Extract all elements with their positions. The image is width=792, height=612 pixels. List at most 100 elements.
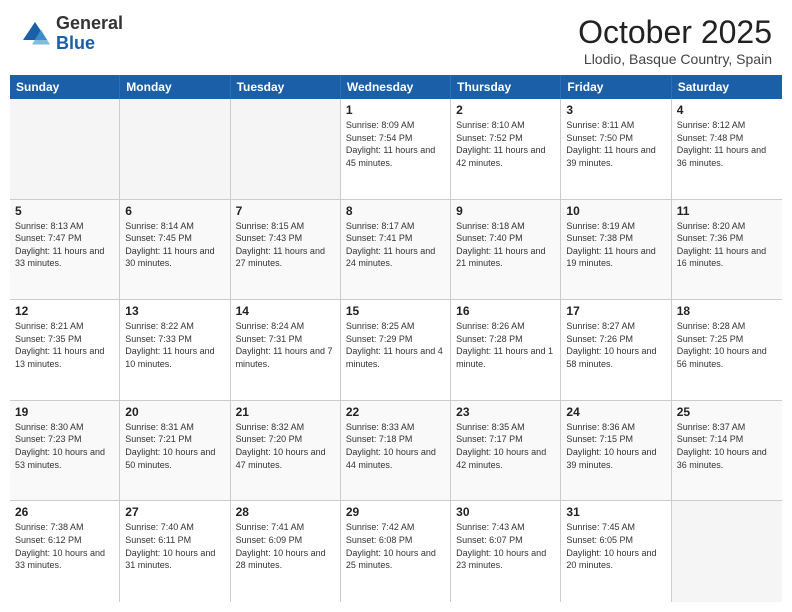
- day-info: Sunrise: 8:33 AMSunset: 7:18 PMDaylight:…: [346, 421, 445, 471]
- day-number: 19: [15, 405, 114, 419]
- day-cell-24: 24 Sunrise: 8:36 AMSunset: 7:15 PMDayligh…: [561, 401, 671, 501]
- day-info: Sunrise: 8:09 AMSunset: 7:54 PMDaylight:…: [346, 119, 445, 169]
- day-number: 6: [125, 204, 224, 218]
- day-info: Sunrise: 8:18 AMSunset: 7:40 PMDaylight:…: [456, 220, 555, 270]
- day-cell-29: 29 Sunrise: 7:42 AMSunset: 6:08 PMDayligh…: [341, 501, 451, 602]
- day-number: 31: [566, 505, 665, 519]
- day-info: Sunrise: 8:12 AMSunset: 7:48 PMDaylight:…: [677, 119, 777, 169]
- day-info: Sunrise: 8:36 AMSunset: 7:15 PMDaylight:…: [566, 421, 665, 471]
- page: General Blue October 2025 Llodio, Basque…: [0, 0, 792, 612]
- day-cell-27: 27Sunrise: 7:40 AMSunset: 6:11 PMDayligh…: [120, 501, 230, 602]
- day-info: Sunrise: 8:21 AMSunset: 7:35 PMDaylight:…: [15, 320, 114, 370]
- weekday-header-friday: Friday: [561, 75, 671, 99]
- day-cell-13: 13 Sunrise: 8:22 AMSunset: 7:33 PMDayligh…: [120, 300, 230, 400]
- day-cell-2: 2 Sunrise: 8:10 AMSunset: 7:52 PMDaylight…: [451, 99, 561, 199]
- day-number: 10: [566, 204, 665, 218]
- calendar: SundayMondayTuesdayWednesdayThursdayFrid…: [0, 75, 792, 612]
- logo-icon: [20, 19, 50, 49]
- day-number: 22: [346, 405, 445, 419]
- day-info: Sunrise: 8:27 AMSunset: 7:26 PMDaylight:…: [566, 320, 665, 370]
- day-cell-empty: [672, 501, 782, 602]
- day-number: 24: [566, 405, 665, 419]
- day-cell-15: 15 Sunrise: 8:25 AMSunset: 7:29 PMDayligh…: [341, 300, 451, 400]
- day-number: 3: [566, 103, 665, 117]
- day-cell-empty: [231, 99, 341, 199]
- day-number: 4: [677, 103, 777, 117]
- day-info: Sunrise: 8:17 AMSunset: 7:41 PMDaylight:…: [346, 220, 445, 270]
- day-cell-21: 21 Sunrise: 8:32 AMSunset: 7:20 PMDayligh…: [231, 401, 341, 501]
- day-info: Sunrise: 7:45 AMSunset: 6:05 PMDaylight:…: [566, 521, 665, 571]
- logo: General Blue: [20, 14, 123, 54]
- day-cell-25: 25Sunrise: 8:37 AMSunset: 7:14 PMDayligh…: [672, 401, 782, 501]
- day-cell-17: 17 Sunrise: 8:27 AMSunset: 7:26 PMDayligh…: [561, 300, 671, 400]
- day-cell-7: 7 Sunrise: 8:15 AMSunset: 7:43 PMDaylight…: [231, 200, 341, 300]
- day-info: Sunrise: 7:42 AMSunset: 6:08 PMDaylight:…: [346, 521, 445, 571]
- day-cell-3: 3 Sunrise: 8:11 AMSunset: 7:50 PMDaylight…: [561, 99, 671, 199]
- day-info: Sunrise: 7:38 AMSunset: 6:12 PMDaylight:…: [15, 521, 114, 571]
- day-cell-28: 28Sunrise: 7:41 AMSunset: 6:09 PMDayligh…: [231, 501, 341, 602]
- day-cell-19: 19 Sunrise: 8:30 AMSunset: 7:23 PMDayligh…: [10, 401, 120, 501]
- day-cell-empty: [120, 99, 230, 199]
- day-info: Sunrise: 8:25 AMSunset: 7:29 PMDaylight:…: [346, 320, 445, 370]
- day-number: 17: [566, 304, 665, 318]
- day-number: 26: [15, 505, 114, 519]
- day-info: Sunrise: 8:22 AMSunset: 7:33 PMDaylight:…: [125, 320, 224, 370]
- week-row-4: 19 Sunrise: 8:30 AMSunset: 7:23 PMDayligh…: [10, 401, 782, 502]
- day-cell-31: 31 Sunrise: 7:45 AMSunset: 6:05 PMDayligh…: [561, 501, 671, 602]
- weekday-header-tuesday: Tuesday: [231, 75, 341, 99]
- day-cell-20: 20Sunrise: 8:31 AMSunset: 7:21 PMDayligh…: [120, 401, 230, 501]
- day-cell-1: 1 Sunrise: 8:09 AMSunset: 7:54 PMDaylight…: [341, 99, 451, 199]
- week-row-3: 12 Sunrise: 8:21 AMSunset: 7:35 PMDayligh…: [10, 300, 782, 401]
- day-info: Sunrise: 8:13 AMSunset: 7:47 PMDaylight:…: [15, 220, 114, 270]
- day-number: 1: [346, 103, 445, 117]
- day-cell-empty: [10, 99, 120, 199]
- day-cell-26: 26 Sunrise: 7:38 AMSunset: 6:12 PMDayligh…: [10, 501, 120, 602]
- weekday-header-sunday: Sunday: [10, 75, 120, 99]
- day-number: 30: [456, 505, 555, 519]
- weekday-header-monday: Monday: [120, 75, 230, 99]
- day-info: Sunrise: 8:32 AMSunset: 7:20 PMDaylight:…: [236, 421, 335, 471]
- day-info: Sunrise: 7:40 AMSunset: 6:11 PMDaylight:…: [125, 521, 224, 571]
- day-number: 9: [456, 204, 555, 218]
- day-number: 29: [346, 505, 445, 519]
- month-title: October 2025: [578, 14, 772, 51]
- day-info: Sunrise: 8:20 AMSunset: 7:36 PMDaylight:…: [677, 220, 777, 270]
- logo-blue-text: Blue: [56, 34, 123, 54]
- day-number: 12: [15, 304, 114, 318]
- day-info: Sunrise: 7:43 AMSunset: 6:07 PMDaylight:…: [456, 521, 555, 571]
- day-info: Sunrise: 8:30 AMSunset: 7:23 PMDaylight:…: [15, 421, 114, 471]
- weekday-header-saturday: Saturday: [672, 75, 782, 99]
- logo-general-text: General: [56, 14, 123, 34]
- week-row-5: 26 Sunrise: 7:38 AMSunset: 6:12 PMDayligh…: [10, 501, 782, 602]
- day-info: Sunrise: 7:41 AMSunset: 6:09 PMDaylight:…: [236, 521, 335, 571]
- header: General Blue October 2025 Llodio, Basque…: [0, 0, 792, 75]
- week-row-2: 5Sunrise: 8:13 AMSunset: 7:47 PMDaylight…: [10, 200, 782, 301]
- day-cell-12: 12 Sunrise: 8:21 AMSunset: 7:35 PMDayligh…: [10, 300, 120, 400]
- day-cell-23: 23Sunrise: 8:35 AMSunset: 7:17 PMDayligh…: [451, 401, 561, 501]
- day-number: 20: [125, 405, 224, 419]
- day-number: 21: [236, 405, 335, 419]
- day-cell-22: 22 Sunrise: 8:33 AMSunset: 7:18 PMDayligh…: [341, 401, 451, 501]
- day-number: 7: [236, 204, 335, 218]
- day-cell-30: 30 Sunrise: 7:43 AMSunset: 6:07 PMDayligh…: [451, 501, 561, 602]
- day-info: Sunrise: 8:11 AMSunset: 7:50 PMDaylight:…: [566, 119, 665, 169]
- location: Llodio, Basque Country, Spain: [578, 51, 772, 67]
- day-info: Sunrise: 8:15 AMSunset: 7:43 PMDaylight:…: [236, 220, 335, 270]
- day-number: 2: [456, 103, 555, 117]
- title-block: October 2025 Llodio, Basque Country, Spa…: [578, 14, 772, 67]
- day-info: Sunrise: 8:35 AMSunset: 7:17 PMDaylight:…: [456, 421, 555, 471]
- day-info: Sunrise: 8:10 AMSunset: 7:52 PMDaylight:…: [456, 119, 555, 169]
- day-number: 14: [236, 304, 335, 318]
- day-number: 13: [125, 304, 224, 318]
- day-cell-14: 14Sunrise: 8:24 AMSunset: 7:31 PMDayligh…: [231, 300, 341, 400]
- weekday-header-thursday: Thursday: [451, 75, 561, 99]
- calendar-body: 1 Sunrise: 8:09 AMSunset: 7:54 PMDaylight…: [10, 99, 782, 602]
- day-cell-5: 5Sunrise: 8:13 AMSunset: 7:47 PMDaylight…: [10, 200, 120, 300]
- day-info: Sunrise: 8:26 AMSunset: 7:28 PMDaylight:…: [456, 320, 555, 370]
- day-info: Sunrise: 8:14 AMSunset: 7:45 PMDaylight:…: [125, 220, 224, 270]
- day-number: 15: [346, 304, 445, 318]
- day-number: 8: [346, 204, 445, 218]
- day-number: 16: [456, 304, 555, 318]
- week-row-1: 1 Sunrise: 8:09 AMSunset: 7:54 PMDaylight…: [10, 99, 782, 200]
- day-info: Sunrise: 8:28 AMSunset: 7:25 PMDaylight:…: [677, 320, 777, 370]
